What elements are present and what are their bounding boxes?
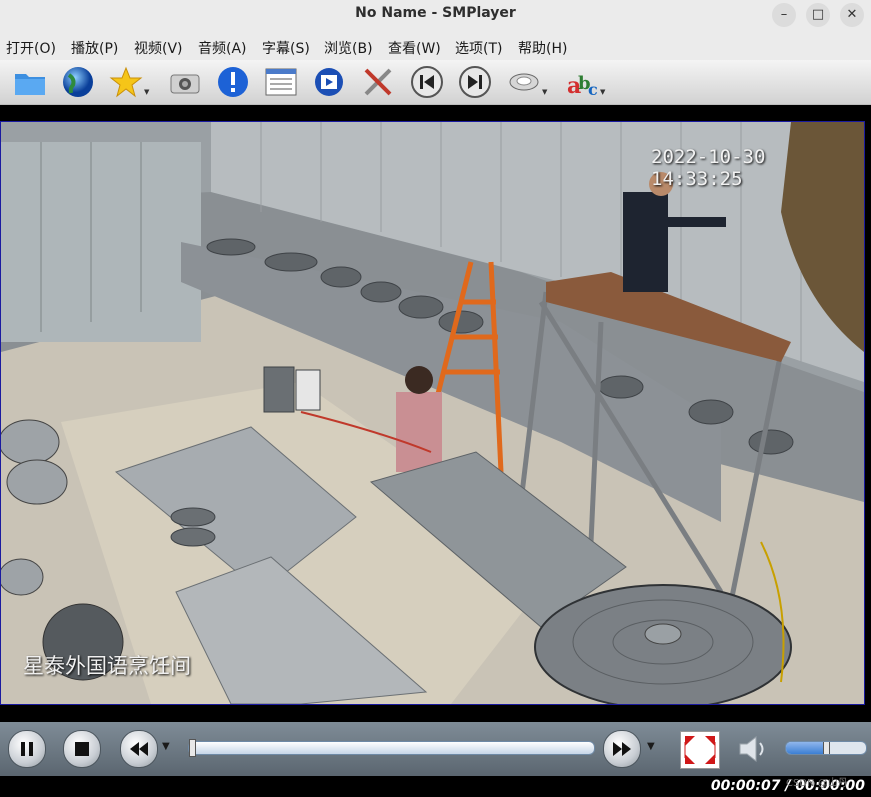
seek-bar[interactable] xyxy=(188,739,595,757)
menu-play[interactable]: 播放(P) xyxy=(71,38,118,58)
media-info-icon[interactable] xyxy=(312,65,346,99)
osd-timestamp: 2022-10-30 14:33:25 xyxy=(651,146,766,190)
speaker-icon xyxy=(739,735,764,763)
close-icon: ✕ xyxy=(846,7,858,22)
pause-button[interactable] xyxy=(8,730,46,768)
subtitle-track-icon[interactable]: abc xyxy=(566,65,600,99)
seek-handle[interactable] xyxy=(189,739,196,757)
minimize-icon: – xyxy=(780,7,788,22)
title-bar: No Name - SMPlayer – □ ✕ xyxy=(0,0,871,30)
favorites-star-icon[interactable] xyxy=(109,65,143,99)
screenshot-camera-icon[interactable] xyxy=(168,65,202,99)
maximize-button[interactable]: □ xyxy=(806,3,830,27)
chevron-down-icon[interactable]: ▼ xyxy=(144,88,149,96)
menu-view[interactable]: 查看(W) xyxy=(388,38,441,58)
chevron-down-icon[interactable]: ▼ xyxy=(600,88,605,96)
stop-icon xyxy=(75,742,89,756)
pause-icon xyxy=(21,742,33,756)
info-exclamation-icon[interactable] xyxy=(216,65,250,99)
playlist-icon[interactable] xyxy=(264,65,298,99)
chevron-down-icon[interactable]: ▼ xyxy=(162,741,170,752)
menu-bar: 打开(O) 播放(P) 视频(V) 音频(A) 字幕(S) 浏览(B) 查看(W… xyxy=(0,36,871,60)
forward-button[interactable] xyxy=(603,730,641,768)
menu-audio[interactable]: 音频(A) xyxy=(198,38,247,58)
chevron-down-icon[interactable]: ▼ xyxy=(542,88,547,96)
toolbar: ▼ ▼ abc ▼ xyxy=(0,60,871,105)
next-icon[interactable] xyxy=(458,65,492,99)
window-title: No Name - SMPlayer xyxy=(355,5,516,21)
maximize-icon: □ xyxy=(811,7,825,22)
video-caption: 星泰外国语烹饪间 xyxy=(23,654,191,678)
svg-text:c: c xyxy=(588,80,598,99)
volume-fill xyxy=(786,742,826,754)
fullscreen-icon xyxy=(684,736,716,764)
forward-icon xyxy=(613,742,631,756)
fullscreen-button[interactable] xyxy=(680,731,720,769)
volume-handle[interactable] xyxy=(823,742,830,754)
kitchen-scene-image xyxy=(1,122,864,704)
globe-url-icon[interactable] xyxy=(61,65,95,99)
audio-track-icon[interactable] xyxy=(507,65,541,99)
menu-open[interactable]: 打开(O) xyxy=(6,38,56,58)
menu-help[interactable]: 帮助(H) xyxy=(518,38,567,58)
video-frame: 2022-10-30 14:33:25 星泰外国语烹饪间 xyxy=(0,121,865,705)
video-area[interactable]: 2022-10-30 14:33:25 星泰外国语烹饪间 xyxy=(0,105,871,722)
close-button[interactable]: ✕ xyxy=(840,3,864,27)
volume-slider[interactable] xyxy=(785,741,867,755)
menu-video[interactable]: 视频(V) xyxy=(134,38,183,58)
menu-browse[interactable]: 浏览(B) xyxy=(324,38,373,58)
previous-icon[interactable] xyxy=(410,65,444,99)
watermark-text: CSDN @山丹 xyxy=(786,778,848,789)
menu-subtitles[interactable]: 字幕(S) xyxy=(262,38,310,58)
rewind-button[interactable] xyxy=(120,730,158,768)
status-bar: 00:00:07 / 00:00:00 xyxy=(0,776,871,797)
minimize-button[interactable]: – xyxy=(772,3,796,27)
chevron-down-icon[interactable]: ▼ xyxy=(647,741,655,752)
menu-options[interactable]: 选项(T) xyxy=(455,38,502,58)
open-folder-icon[interactable] xyxy=(13,65,47,99)
stop-button[interactable] xyxy=(63,730,101,768)
preferences-tools-icon[interactable] xyxy=(361,65,395,99)
mute-button[interactable] xyxy=(736,731,770,767)
rewind-icon xyxy=(130,742,148,756)
